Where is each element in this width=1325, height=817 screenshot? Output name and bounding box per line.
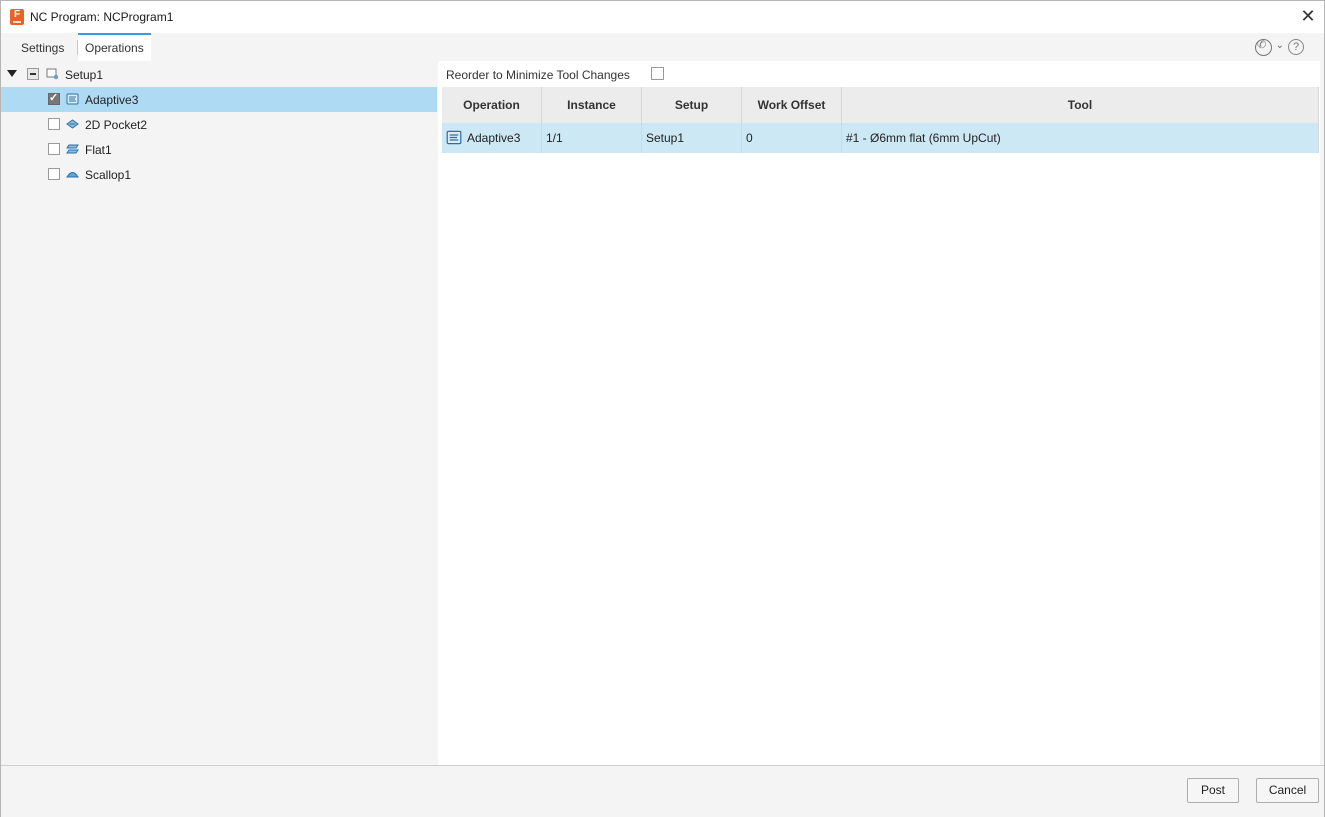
reorder-label: Reorder to Minimize Tool Changes bbox=[446, 68, 630, 82]
tab-operations[interactable]: Operations bbox=[78, 33, 151, 61]
column-header-work-offset[interactable]: Work Offset bbox=[742, 87, 842, 123]
cell-operation-text: Adaptive3 bbox=[467, 131, 521, 145]
tree-row-setup1[interactable]: Setup1 bbox=[1, 62, 437, 87]
operations-tree: Setup1 Adaptive3 2D Pocket2 Flat bbox=[1, 61, 437, 765]
title-bar: F NC Program: NCProgram1 ✕ bbox=[1, 1, 1324, 33]
cancel-button[interactable]: Cancel bbox=[1256, 778, 1319, 803]
adaptive-icon bbox=[66, 93, 79, 105]
2d-pocket2-checkbox[interactable] bbox=[48, 118, 60, 130]
tree-label-scallop1: Scallop1 bbox=[85, 168, 132, 182]
close-icon[interactable]: ✕ bbox=[1300, 7, 1316, 25]
reorder-checkbox[interactable] bbox=[651, 67, 664, 80]
tree-row-2d-pocket2[interactable]: 2D Pocket2 bbox=[1, 112, 437, 137]
tree-row-adaptive3[interactable]: Adaptive3 bbox=[1, 87, 437, 112]
flat1-checkbox[interactable] bbox=[48, 143, 60, 155]
pocket-icon bbox=[66, 119, 79, 129]
setup-checkbox[interactable] bbox=[27, 68, 39, 80]
tree-row-scallop1[interactable]: Scallop1 bbox=[1, 162, 437, 187]
adaptive3-checkbox[interactable] bbox=[48, 91, 60, 105]
nc-program-dialog: F NC Program: NCProgram1 ✕ Settings Oper… bbox=[0, 0, 1325, 817]
post-button[interactable]: Post bbox=[1187, 778, 1239, 803]
phone-icon[interactable] bbox=[1255, 38, 1272, 56]
operations-panel: Reorder to Minimize Tool Changes Operati… bbox=[438, 61, 1320, 765]
tab-bar: Settings Operations bbox=[1, 33, 1324, 61]
dialog-footer: Post Cancel bbox=[1, 765, 1324, 817]
adaptive-icon bbox=[446, 130, 462, 145]
setup-icon bbox=[46, 68, 59, 80]
column-header-setup[interactable]: Setup bbox=[642, 87, 742, 123]
cell-setup: Setup1 bbox=[642, 123, 742, 153]
help-icon[interactable]: ? bbox=[1288, 39, 1304, 55]
chevron-down-icon[interactable]: ⌄ bbox=[1276, 40, 1284, 51]
tab-settings[interactable]: Settings bbox=[14, 34, 71, 60]
cell-tool: #1 - Ø6mm flat (6mm UpCut) bbox=[842, 123, 1319, 153]
tree-label-setup1: Setup1 bbox=[65, 68, 104, 82]
cell-work-offset[interactable]: 0 bbox=[742, 123, 842, 153]
scallop1-checkbox[interactable] bbox=[48, 168, 60, 180]
fusion-app-icon: F bbox=[10, 9, 24, 25]
tab-divider bbox=[77, 40, 78, 55]
expand-triangle-icon[interactable] bbox=[7, 70, 17, 77]
scallop-icon bbox=[66, 172, 79, 178]
cell-instance: 1/1 bbox=[542, 123, 642, 153]
tree-label-2d-pocket2: 2D Pocket2 bbox=[85, 118, 148, 132]
flat-icon bbox=[66, 144, 79, 154]
window-title: NC Program: NCProgram1 bbox=[30, 10, 174, 24]
tree-label-flat1: Flat1 bbox=[85, 143, 112, 157]
table-row[interactable]: Adaptive3 1/1 Setup1 0 #1 - Ø6mm flat (6… bbox=[442, 123, 1319, 153]
column-header-instance[interactable]: Instance bbox=[542, 87, 642, 123]
cell-operation: Adaptive3 bbox=[442, 123, 542, 153]
column-header-operation[interactable]: Operation bbox=[442, 87, 542, 123]
column-header-tool[interactable]: Tool bbox=[842, 87, 1319, 123]
tree-row-flat1[interactable]: Flat1 bbox=[1, 137, 437, 162]
tree-label-adaptive3: Adaptive3 bbox=[85, 93, 139, 107]
